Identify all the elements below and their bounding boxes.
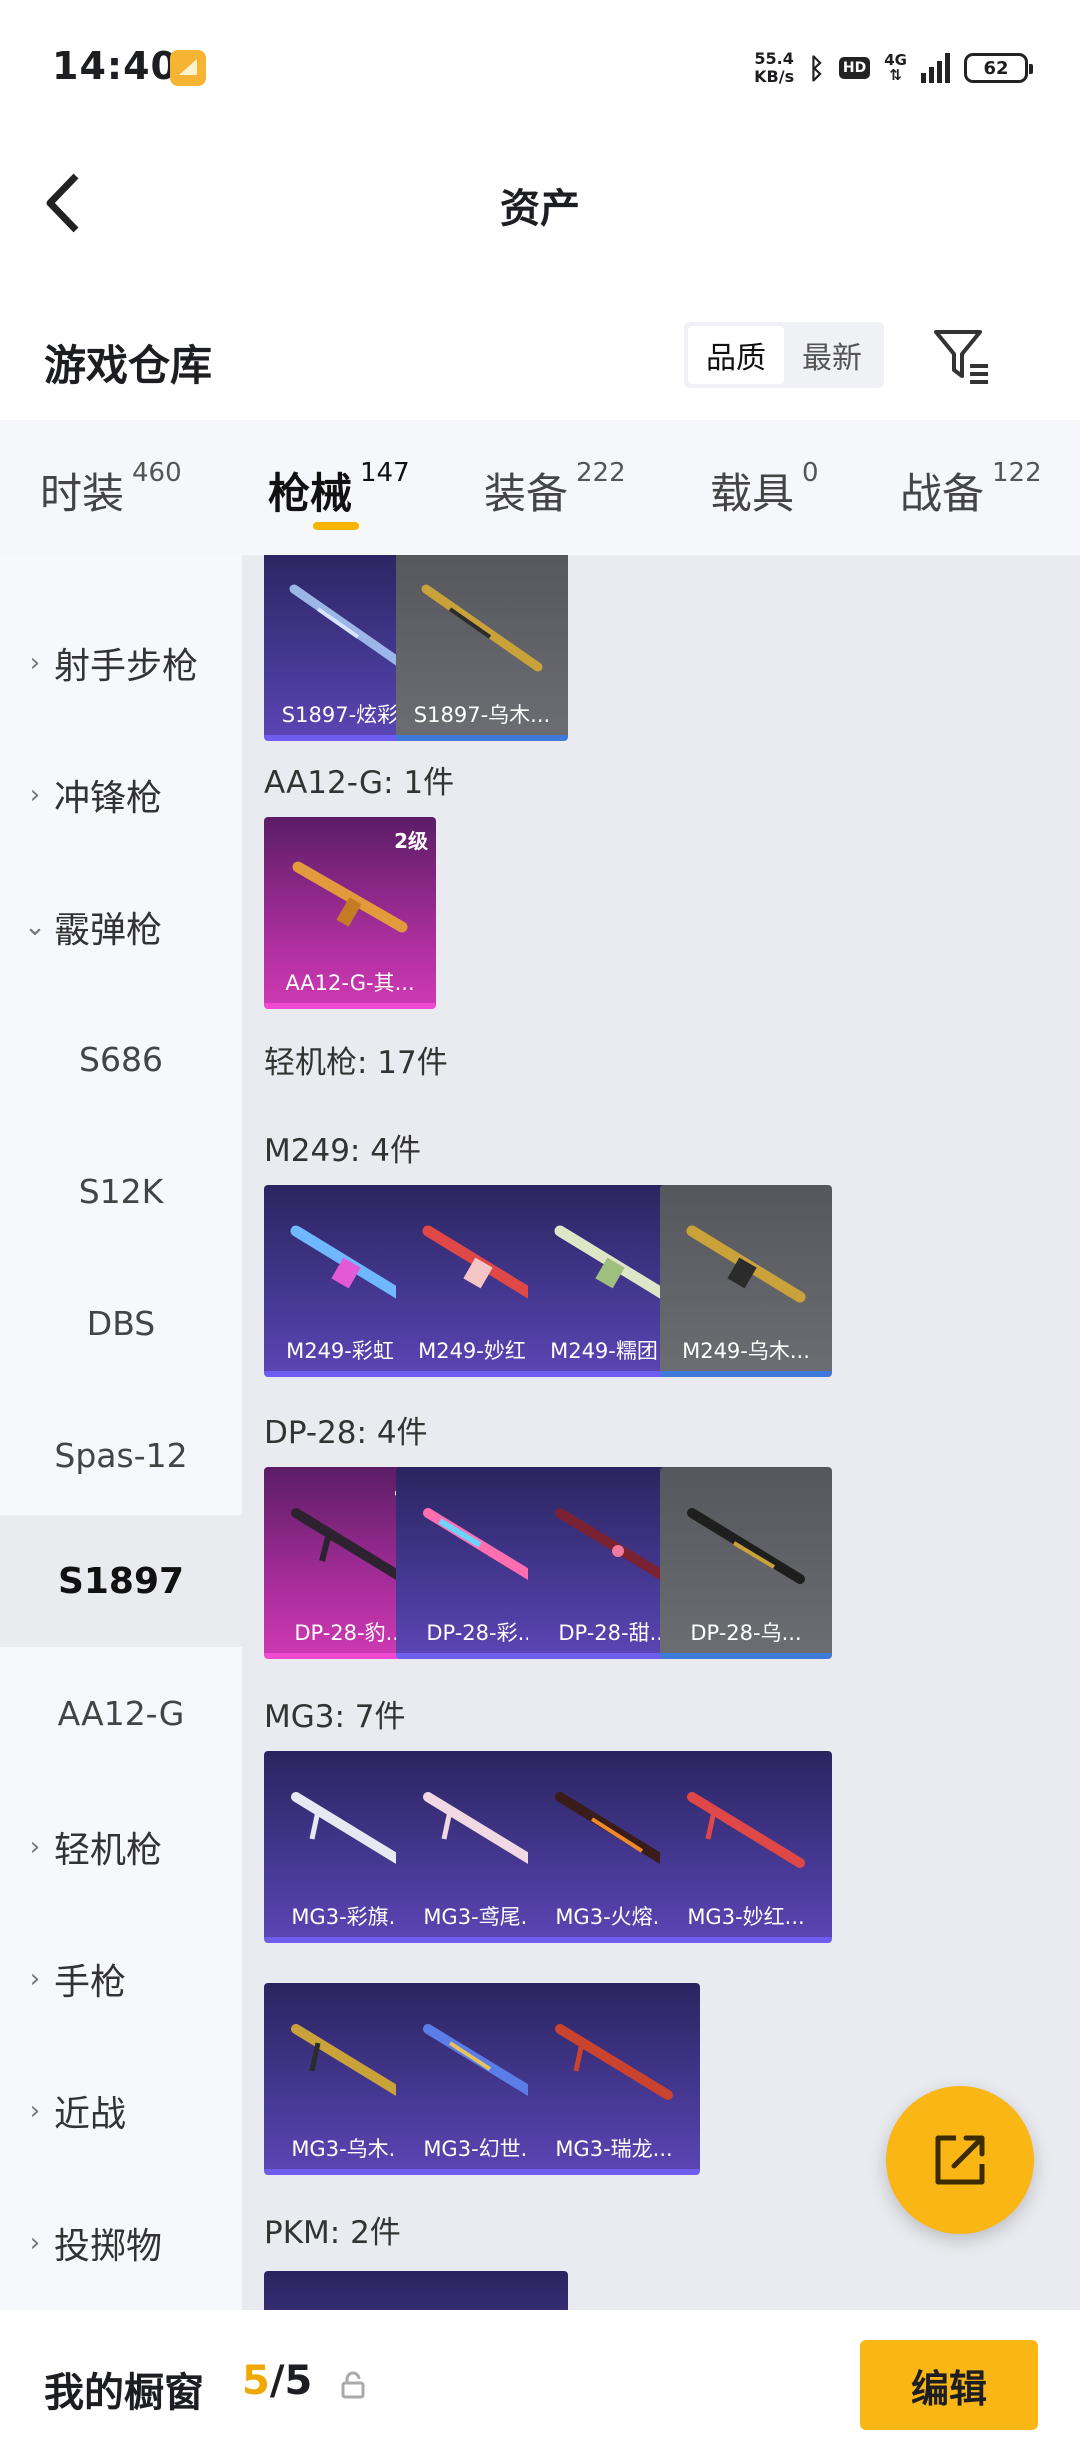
lmg-skin-icon bbox=[555, 1792, 673, 1868]
chevron-right-icon: › bbox=[29, 648, 41, 678]
weapon-card[interactable]: S1897-乌木... bbox=[396, 555, 568, 741]
sidebar-item-spas12[interactable]: Spas-12 bbox=[0, 1389, 242, 1521]
lmg-skin-icon bbox=[423, 1792, 541, 1868]
sidebar-item-aa12g[interactable]: AA12-G bbox=[0, 1647, 242, 1779]
lmg-skin-icon bbox=[291, 2024, 409, 2100]
active-tab-indicator bbox=[313, 522, 359, 530]
lmg-skin-icon bbox=[291, 1508, 409, 1584]
tab-vehicles[interactable]: 载具 0 bbox=[710, 458, 819, 521]
net-speed: 55.4 KB/s bbox=[754, 49, 795, 86]
weapon-card[interactable]: MG3-妙红... bbox=[660, 1751, 832, 1943]
lmg-skin-icon bbox=[291, 1792, 409, 1868]
tab-firearms[interactable]: 枪械 147 bbox=[268, 458, 410, 521]
lmg-skin-icon bbox=[687, 1792, 805, 1868]
group-header-mg3: MG3: 7件 bbox=[264, 1699, 406, 1735]
lmg-skin-icon bbox=[686, 1225, 806, 1303]
shotgun-skin-icon bbox=[421, 584, 543, 672]
sort-toggle: 品质 最新 bbox=[684, 322, 884, 388]
status-bar: 14:40 55.4 KB/s ᛒ HD 4G ⇅ 62 bbox=[0, 0, 1080, 140]
showcase-title: 我的橱窗 bbox=[44, 2370, 204, 2416]
chevron-right-icon: › bbox=[29, 2096, 41, 2126]
sidebar-item-melee[interactable]: › 近战 bbox=[0, 2045, 242, 2177]
weapon-grid: S1897-炫彩... S1897-乌木... AA12-G: 1件 2级 AA… bbox=[242, 555, 1080, 2310]
notification-app-icon bbox=[170, 50, 206, 86]
group-header-pkm: PKM: 2件 bbox=[264, 2215, 401, 2251]
filter-button[interactable] bbox=[930, 324, 994, 388]
chevron-down-icon: ⌄ bbox=[24, 912, 46, 942]
top-bar: 资产 bbox=[0, 140, 1080, 290]
group-header-aa12g: AA12-G: 1件 bbox=[264, 765, 455, 801]
sort-quality-button[interactable]: 品质 bbox=[688, 326, 784, 384]
network-type: 4G ⇅ bbox=[884, 51, 907, 84]
share-fab-button[interactable] bbox=[886, 2086, 1034, 2234]
weapon-card[interactable] bbox=[396, 2271, 568, 2310]
status-icons: 55.4 KB/s ᛒ HD 4G ⇅ 62 bbox=[754, 44, 1033, 92]
lmg-skin-icon bbox=[423, 2024, 541, 2100]
weapon-card[interactable]: DP-28-乌... bbox=[660, 1467, 832, 1659]
status-time: 14:40 bbox=[52, 44, 178, 88]
sidebar-item-s686[interactable]: S686 bbox=[0, 993, 242, 1125]
lmg-skin-icon bbox=[290, 1225, 410, 1303]
tab-supplies[interactable]: 战备 122 bbox=[900, 458, 1042, 521]
weapon-card[interactable]: M249-乌木... bbox=[660, 1185, 832, 1377]
lock-icon bbox=[341, 2371, 365, 2399]
chevron-right-icon: › bbox=[29, 1964, 41, 1994]
sidebar-item-marksman[interactable]: › 射手步枪 bbox=[0, 597, 242, 729]
sort-newest-button[interactable]: 最新 bbox=[784, 326, 880, 384]
group-header-lmg: 轻机枪: 17件 bbox=[264, 1045, 448, 1081]
depot-header: 游戏仓库 品质 最新 bbox=[0, 290, 1080, 420]
group-header-dp28: DP-28: 4件 bbox=[264, 1415, 428, 1451]
showcase-bar: 我的橱窗 5/5 编辑 bbox=[0, 2310, 1080, 2460]
sidebar-item-lmg[interactable]: › 轻机枪 bbox=[0, 1781, 242, 1913]
lmg-skin-icon bbox=[687, 1508, 805, 1584]
bluetooth-icon: ᛒ bbox=[808, 51, 825, 85]
category-tabs: 时装 460 枪械 147 装备 222 载具 0 战备 122 bbox=[0, 420, 1080, 555]
depot-title: 游戏仓库 bbox=[44, 341, 213, 390]
sidebar-item-throwable[interactable]: › 投掷物 bbox=[0, 2177, 242, 2309]
sidebar-item-smg[interactable]: › 冲锋枪 bbox=[0, 729, 242, 861]
sidebar-item-s12k[interactable]: S12K bbox=[0, 1125, 242, 1257]
lmg-skin-icon bbox=[422, 1225, 542, 1303]
signal-bars-icon bbox=[921, 53, 950, 83]
shotgun-skin-icon bbox=[292, 861, 408, 933]
weapon-card[interactable]: 2级 AA12-G-其... bbox=[264, 817, 436, 1009]
group-header-m249: M249: 4件 bbox=[264, 1133, 421, 1169]
weapon-card[interactable]: MG3-瑞龙... bbox=[528, 1983, 700, 2175]
page-title: 资产 bbox=[500, 186, 580, 232]
lmg-skin-icon bbox=[555, 1508, 673, 1584]
filter-icon bbox=[934, 330, 988, 384]
showcase-count: 5/5 bbox=[242, 2358, 313, 2404]
edit-button[interactable]: 编辑 bbox=[860, 2340, 1038, 2430]
hd-voice-badge: HD bbox=[838, 57, 871, 79]
sidebar-item-s1897[interactable]: S1897 bbox=[0, 1515, 242, 1647]
sidebar-item-pistol[interactable]: › 手枪 bbox=[0, 1913, 242, 2045]
chevron-right-icon: › bbox=[29, 780, 41, 810]
shotgun-skin-icon bbox=[289, 584, 411, 672]
sidebar-item-dbs[interactable]: DBS bbox=[0, 1257, 242, 1389]
sidebar-item-shotgun[interactable]: ⌄ 霰弹枪 bbox=[0, 861, 242, 993]
battery-icon: 62 bbox=[964, 53, 1033, 83]
tab-equipment[interactable]: 装备 222 bbox=[484, 458, 626, 521]
lmg-skin-icon bbox=[555, 2024, 673, 2100]
weapon-sidebar: › 射手步枪 › 冲锋枪 ⌄ 霰弹枪 S686 S12K DBS Spas-12 S1… bbox=[0, 555, 242, 2310]
lmg-skin-icon bbox=[423, 1508, 541, 1584]
tab-fashion[interactable]: 时装 460 bbox=[40, 458, 182, 521]
external-link-icon bbox=[935, 2135, 985, 2185]
lmg-skin-icon bbox=[554, 1225, 674, 1303]
chevron-right-icon: › bbox=[29, 1832, 41, 1862]
chevron-right-icon: › bbox=[29, 2228, 41, 2258]
